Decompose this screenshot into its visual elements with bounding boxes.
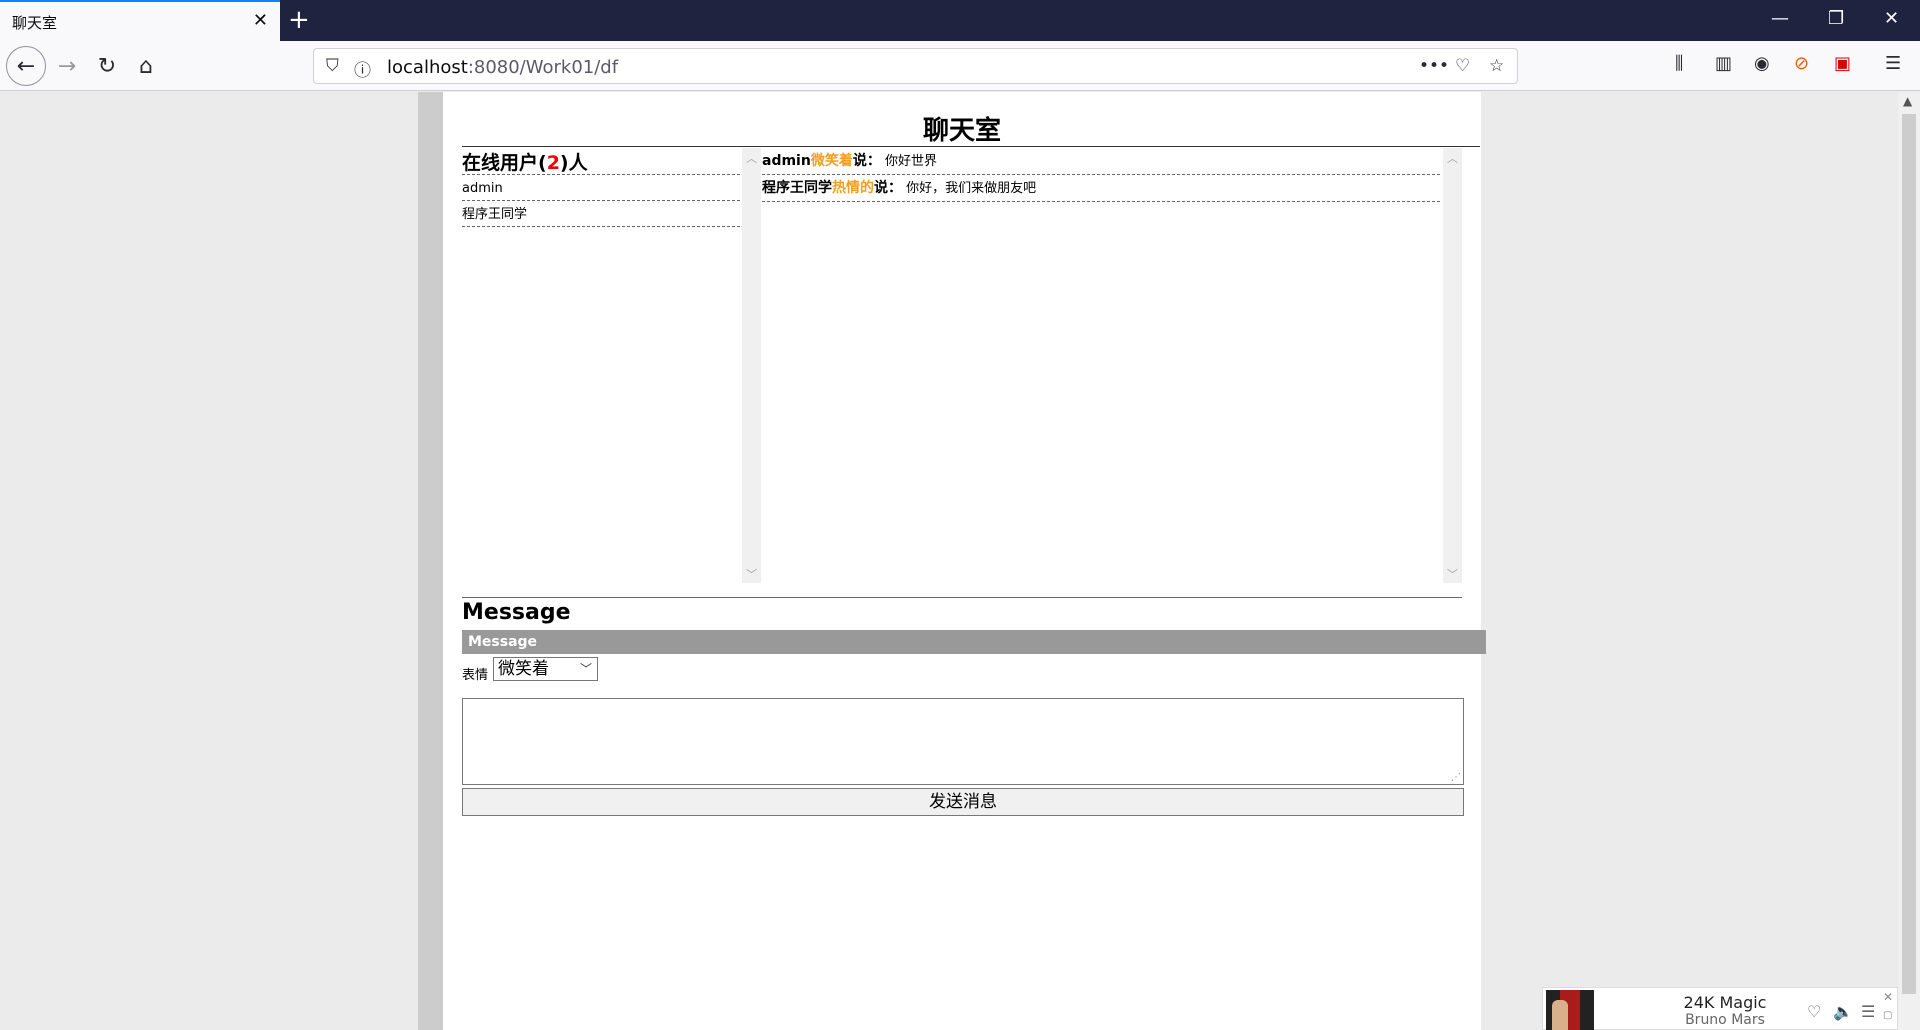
close-tab-icon[interactable]: ✕	[253, 11, 268, 31]
url-path: :8080/Work01/df	[467, 57, 619, 78]
users-scrollbar[interactable]: ︿ ﹀	[742, 148, 761, 583]
playlist-icon[interactable]: ☰	[1861, 1002, 1875, 1021]
forward-button[interactable]: →	[51, 50, 83, 82]
window-close-icon[interactable]: ✕	[1884, 8, 1899, 30]
message-bar: Message	[462, 630, 1486, 654]
message-user: admin	[762, 153, 811, 169]
shield-icon[interactable]: ⛉	[326, 56, 339, 76]
left-gutter	[418, 92, 443, 1030]
message-item: 程序王同学热情的说： 你好，我们来做朋友吧	[762, 175, 1440, 202]
message-user: 程序王同学	[762, 180, 832, 196]
album-art-figure	[1552, 1000, 1568, 1030]
divider	[462, 146, 1480, 147]
sidebar-icon[interactable]: ▥	[1715, 53, 1732, 74]
pocket-icon[interactable]: ♡	[1455, 56, 1470, 76]
online-count: 2	[546, 152, 560, 174]
song-artist: Bruno Mars	[1685, 1012, 1765, 1028]
tab-active[interactable]: 聊天室 ✕	[0, 0, 280, 41]
heart-icon[interactable]: ♡	[1807, 1002, 1821, 1021]
minimize-player-icon[interactable]: ▢	[1883, 1010, 1892, 1021]
url-bar[interactable]: ⛉ ⓘ localhost:8080/Work01/df ••• ♡ ☆	[313, 48, 1518, 84]
pocket-extension-icon[interactable]: ▣	[1834, 53, 1851, 74]
chevron-down-icon: ﹀	[579, 662, 592, 676]
menu-icon[interactable]: ☰	[1885, 53, 1901, 74]
message-text: 你好，我们来做朋友吧	[906, 181, 1037, 196]
scroll-up-icon[interactable]: ︿	[746, 150, 757, 166]
user-item[interactable]: 程序王同学	[462, 201, 740, 227]
info-icon[interactable]: ⓘ	[354, 56, 371, 81]
message-say: 说：	[852, 153, 881, 169]
user-item[interactable]: admin	[462, 175, 740, 201]
music-player: 24K Magic Bruno Mars ♡ 🔈 ☰ ✕ ▢	[1542, 987, 1898, 1030]
emotion-select[interactable]: 微笑着 ﹀	[493, 657, 598, 681]
url-host: localhost	[387, 57, 468, 78]
online-users-heading: 在线用户(2)人	[462, 148, 740, 175]
message-item: admin微笑着说： 你好世界	[762, 148, 1440, 175]
emotion-label: 表情	[462, 668, 489, 683]
volume-icon[interactable]: 🔈	[1833, 1002, 1853, 1021]
new-tab-button[interactable]: +	[288, 6, 310, 34]
library-icon[interactable]: ⫼	[1675, 53, 1683, 74]
page-actions-icon[interactable]: •••	[1419, 56, 1449, 76]
emotion-selected-value: 微笑着	[498, 659, 549, 679]
tab-strip: 聊天室 ✕ + — ❐ ✕	[0, 0, 1920, 41]
scrollbar-thumb[interactable]	[1902, 114, 1916, 994]
minimize-icon[interactable]: —	[1771, 8, 1789, 30]
send-message-button[interactable]: 发送消息	[462, 788, 1464, 816]
navigation-toolbar: ← → ↻ ⌂ ⛉ ⓘ localhost:8080/Work01/df •••…	[0, 41, 1920, 91]
message-emotion: 微笑着	[810, 153, 853, 169]
back-button[interactable]: ←	[6, 46, 46, 86]
message-heading: Message	[462, 600, 571, 625]
scroll-down-icon[interactable]: ﹀	[1447, 566, 1458, 582]
page-viewport: 聊天室 在线用户(2)人 admin 程序王同学 ︿ ﹀ admin微笑着说： …	[0, 92, 1898, 1030]
scroll-down-icon[interactable]: ﹀	[746, 566, 757, 582]
messages-panel: admin微笑着说： 你好世界 程序王同学热情的说： 你好，我们来做朋友吧	[762, 148, 1440, 578]
album-art	[1546, 990, 1594, 1030]
page-title: 聊天室	[922, 116, 1001, 146]
divider	[462, 597, 1462, 598]
extension-icon[interactable]: ⊘	[1794, 53, 1809, 74]
scroll-up-icon[interactable]: ︿	[1447, 150, 1458, 166]
message-say: 说：	[874, 180, 902, 196]
chat-page: 聊天室 在线用户(2)人 admin 程序王同学 ︿ ﹀ admin微笑着说： …	[443, 92, 1486, 1030]
messages-scrollbar[interactable]: ︿ ﹀	[1443, 148, 1462, 583]
url-text[interactable]: localhost:8080/Work01/df	[387, 57, 618, 78]
restore-icon[interactable]: ❐	[1828, 8, 1844, 30]
online-users-panel: 在线用户(2)人 admin 程序王同学	[462, 148, 740, 578]
song-title: 24K Magic	[1683, 993, 1767, 1012]
online-users-suffix: )人	[559, 152, 588, 174]
message-text: 你好世界	[884, 154, 937, 169]
message-emotion: 热情的	[832, 180, 874, 196]
message-textarea[interactable]: ⋰	[462, 698, 1464, 785]
online-users-label: 在线用户(	[462, 152, 547, 174]
tab-title: 聊天室	[12, 14, 58, 32]
close-icon[interactable]: ✕	[1883, 990, 1893, 1004]
scroll-up-icon[interactable]: ▲	[1903, 94, 1912, 108]
home-button[interactable]: ⌂	[130, 50, 162, 82]
reload-button[interactable]: ↻	[91, 50, 123, 82]
bookmark-star-icon[interactable]: ☆	[1489, 56, 1504, 76]
resize-grip-icon[interactable]: ⋰	[1451, 773, 1461, 783]
page-scrollbar[interactable]: ▲	[1898, 92, 1920, 1030]
account-icon[interactable]: ◉	[1754, 53, 1770, 74]
